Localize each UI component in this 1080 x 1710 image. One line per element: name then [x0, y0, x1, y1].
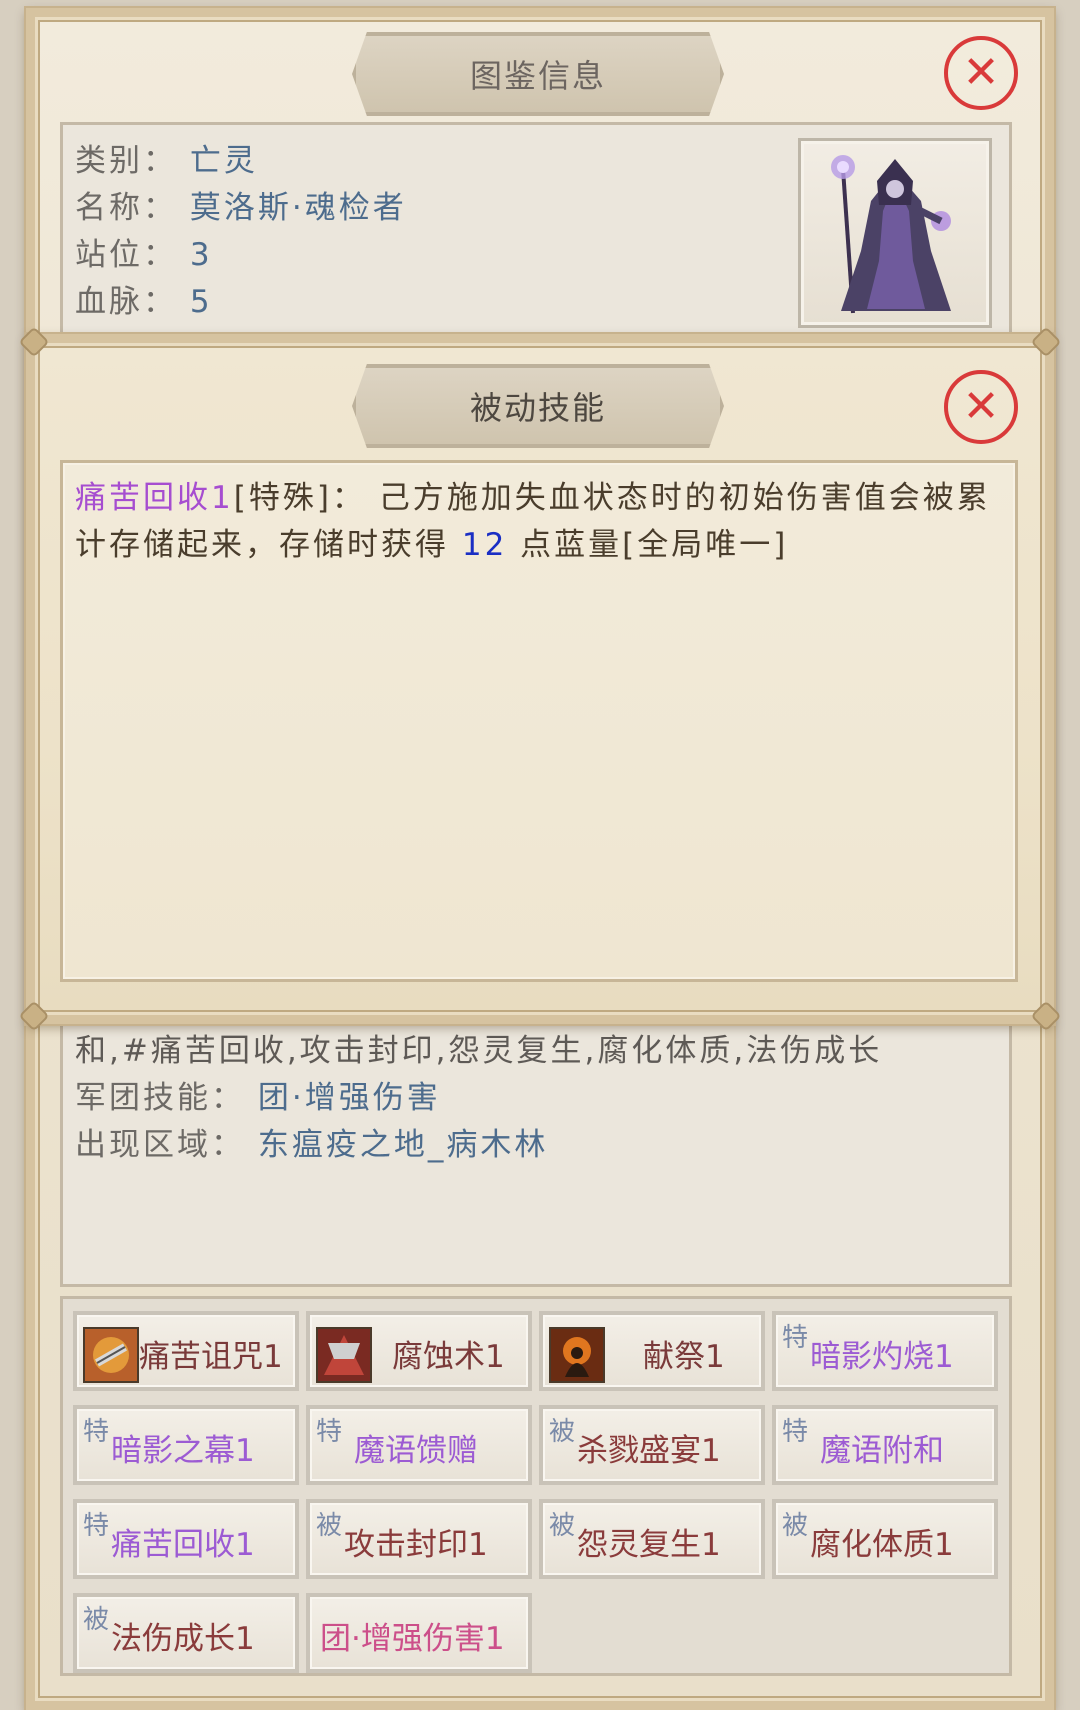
encyclopedia-close-button[interactable]: ✕ [944, 36, 1018, 110]
skill-label: 腐化体质1 [810, 1527, 954, 1563]
name-label: 名称： [75, 190, 177, 226]
category-row: 类别： 亡灵 [75, 135, 258, 180]
skill-button-8[interactable]: 特 魔语附和 [772, 1405, 998, 1485]
curse-icon [83, 1327, 139, 1383]
bloodline-label: 血脉： [75, 284, 177, 320]
area-label: 出现区域： [75, 1127, 245, 1163]
skill-label: 杀戮盛宴1 [577, 1433, 721, 1469]
skill-tag: 特 [782, 1323, 809, 1353]
skill-button-6[interactable]: 特 魔语馈赠 [306, 1405, 532, 1485]
monster-portrait [798, 138, 992, 328]
skill-tag: 特 [83, 1511, 110, 1541]
encyclopedia-title: 图鉴信息 [469, 57, 606, 95]
skill-label: 怨灵复生1 [577, 1527, 721, 1563]
skill-label: 魔语附和 [820, 1433, 944, 1469]
passive-skill-name: 痛苦回收1 [75, 480, 234, 516]
skill-button-4[interactable]: 特 暗影灼烧1 [772, 1311, 998, 1391]
skill-button-2[interactable]: 腐蚀术1 [306, 1311, 532, 1391]
skill-button-9[interactable]: 特 痛苦回收1 [73, 1499, 299, 1579]
skill-label: 团·增强伤害1 [320, 1621, 505, 1657]
position-label: 站位： [75, 237, 177, 273]
name-row: 名称： 莫洛斯·魂检者 [75, 182, 407, 227]
skill-label: 暗影灼烧1 [810, 1339, 954, 1375]
position-value: 3 [189, 237, 213, 273]
legion-label: 军团技能： [75, 1080, 245, 1116]
skill-button-10[interactable]: 被 攻击封印1 [306, 1499, 532, 1579]
passive-dialog-title-banner: 被动技能 [352, 364, 724, 448]
passive-skill-description: 痛苦回收1[特殊]： 己方施加失血状态时的初始伤害值会被累计存储起来，存储时获得… [60, 460, 1018, 982]
name-value: 莫洛斯·魂检者 [189, 190, 407, 226]
skill-button-5[interactable]: 特 暗影之幕1 [73, 1405, 299, 1485]
skill-label: 献祭1 [643, 1339, 725, 1375]
skill-button-1[interactable]: 痛苦诅咒1 [73, 1311, 299, 1391]
area-value: 东瘟疫之地_病木林 [257, 1127, 549, 1163]
skill-button-12[interactable]: 被 腐化体质1 [772, 1499, 998, 1579]
passive-dialog-title: 被动技能 [469, 389, 606, 427]
skill-button-14[interactable]: 团·增强伤害1 [306, 1593, 532, 1673]
close-icon: ✕ [962, 47, 1000, 98]
encyclopedia-title-banner: 图鉴信息 [352, 32, 724, 116]
skill-label: 痛苦诅咒1 [139, 1339, 283, 1375]
passive-skill-type: [特殊]： [233, 480, 366, 516]
lich-portrait-icon [831, 155, 951, 314]
corruption-icon [316, 1327, 372, 1383]
bloodline-row: 血脉： 5 [75, 276, 213, 321]
skill-label: 攻击封印1 [344, 1527, 488, 1563]
skill-label: 腐蚀术1 [392, 1339, 505, 1375]
close-icon: ✕ [962, 381, 1000, 432]
skill-tag: 被 [83, 1605, 110, 1635]
skill-label: 法伤成长1 [111, 1621, 255, 1657]
skill-button-7[interactable]: 被 杀戮盛宴1 [539, 1405, 765, 1485]
area-row: 出现区域： 东瘟疫之地_病木林 [75, 1119, 548, 1164]
frame-corner-ornament [21, 329, 47, 355]
skill-label: 魔语馈赠 [354, 1433, 478, 1469]
passive-skill-desc-part2: 点蓝量[全局唯一] [520, 527, 789, 563]
category-value: 亡灵 [189, 143, 258, 179]
legion-row: 军团技能： 团·增强伤害 [75, 1072, 441, 1117]
skill-tag: 被 [316, 1511, 343, 1541]
skill-tag: 被 [549, 1511, 576, 1541]
skill-button-13[interactable]: 被 法伤成长1 [73, 1593, 299, 1673]
skill-tag: 特 [316, 1417, 343, 1447]
sacrifice-icon [549, 1327, 605, 1383]
skill-tag: 被 [782, 1511, 809, 1541]
legion-value: 团·增强伤害 [257, 1080, 441, 1116]
frame-corner-ornament [1033, 329, 1059, 355]
passive-dialog-close-button[interactable]: ✕ [944, 370, 1018, 444]
skill-label: 痛苦回收1 [111, 1527, 255, 1563]
skills-list-text: 和,#痛苦回收,攻击封印,怨灵复生,腐化体质,法伤成长 [75, 1033, 883, 1069]
skill-tag: 特 [782, 1417, 809, 1447]
position-row: 站位： 3 [75, 229, 213, 274]
skill-button-3[interactable]: 献祭1 [539, 1311, 765, 1391]
skill-tag: 特 [83, 1417, 110, 1447]
passive-skill-mana-value: 12 [461, 527, 508, 563]
category-label: 类别： [75, 143, 177, 179]
bloodline-value: 5 [189, 284, 213, 320]
skill-tag: 被 [549, 1417, 576, 1447]
skill-button-11[interactable]: 被 怨灵复生1 [539, 1499, 765, 1579]
skill-label: 暗影之幕1 [111, 1433, 255, 1469]
skills-grid: 痛苦诅咒1 腐蚀术1 献祭1 特 暗影灼烧1 特 暗影之幕1 特 魔语馈赠 被 … [60, 1296, 1012, 1676]
